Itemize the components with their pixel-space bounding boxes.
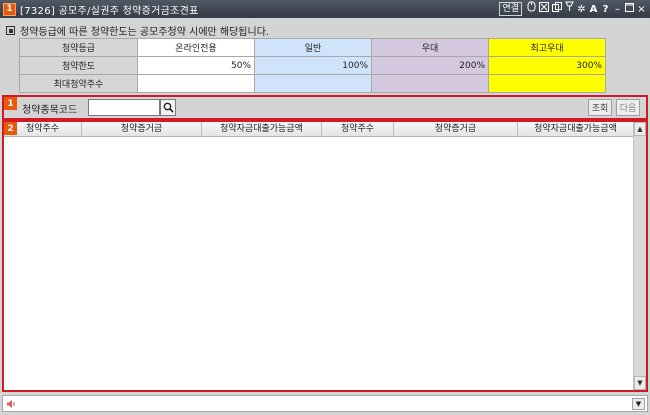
link-button[interactable]: 연결 bbox=[499, 2, 522, 16]
window-title: [7326] 공모주/실권주 청약증거금조견표 bbox=[20, 5, 199, 17]
help-icon[interactable]: ? bbox=[601, 2, 610, 17]
max-shares-row: 최대청약주수 bbox=[19, 74, 606, 93]
search-panel: 1 청약종목코드 조회 다음 bbox=[2, 95, 648, 120]
stock-code-label: 청약종목코드 bbox=[22, 105, 78, 116]
scroll-track[interactable] bbox=[634, 136, 646, 376]
search-panel-badge: 1 bbox=[4, 97, 17, 110]
title-bar: 1 [7326] 공모주/실권주 청약증거금조견표 연결 ✲ A ? – × bbox=[0, 0, 650, 18]
grade-preferred-header: 우대 bbox=[371, 38, 489, 57]
scroll-down-icon[interactable]: ▼ bbox=[634, 376, 646, 390]
maximize-icon[interactable] bbox=[625, 2, 634, 17]
col-header-loan-2[interactable]: 청약자금대출가능금액 bbox=[518, 122, 634, 137]
notice-text: 청약등급에 따른 청약한도는 공모주청약 시에만 해당됩니다. bbox=[20, 27, 270, 38]
window-copy-icon[interactable] bbox=[552, 1, 562, 17]
speaker-icon bbox=[6, 399, 17, 412]
minimize-icon[interactable]: – bbox=[613, 2, 622, 17]
result-panel: 청약주수 청약증거금 청약자금대출가능금액 청약주수 청약증거금 청약자금대출가… bbox=[2, 120, 648, 392]
col-header-shares-2[interactable]: 청약주수 bbox=[322, 122, 394, 137]
limit-row: 청약한도 50% 100% 200% 300% bbox=[19, 56, 606, 75]
search-icon bbox=[163, 102, 174, 113]
vertical-scrollbar[interactable]: ▲ ▼ bbox=[633, 122, 646, 390]
grade-row-label: 청약등급 bbox=[19, 38, 138, 57]
grade-rate-table: 청약등급 온라인전용 일반 우대 최고우대 청약한도 50% 100% 200%… bbox=[19, 38, 606, 93]
scroll-up-icon[interactable]: ▲ bbox=[634, 122, 646, 136]
max-shares-row-label: 최대청약주수 bbox=[19, 74, 138, 93]
close-small-icon[interactable] bbox=[539, 1, 549, 17]
col-header-loan-1[interactable]: 청약자금대출가능금액 bbox=[202, 122, 322, 137]
grade-header-row: 청약등급 온라인전용 일반 우대 최고우대 bbox=[19, 38, 606, 57]
limit-preferred-value: 200% bbox=[371, 56, 489, 75]
notice: 청약등급에 따른 청약한도는 공모주청약 시에만 해당됩니다. bbox=[6, 23, 269, 38]
max-shares-general-value bbox=[254, 74, 372, 93]
grade-general-header: 일반 bbox=[254, 38, 372, 57]
col-header-deposit-1[interactable]: 청약증거금 bbox=[82, 122, 202, 137]
next-button[interactable]: 다음 bbox=[616, 99, 640, 116]
font-size-icon[interactable]: A bbox=[589, 2, 598, 17]
max-shares-online-value bbox=[137, 74, 255, 93]
query-button[interactable]: 조회 bbox=[588, 99, 612, 116]
limit-online-value: 50% bbox=[137, 56, 255, 75]
col-header-deposit-2[interactable]: 청약증거금 bbox=[394, 122, 518, 137]
title-bar-icons: 연결 ✲ A ? – × bbox=[499, 1, 646, 17]
limit-top-value: 300% bbox=[488, 56, 606, 75]
pin-icon[interactable] bbox=[565, 1, 574, 17]
bullet-square-icon bbox=[6, 26, 15, 35]
search-button[interactable] bbox=[160, 99, 176, 116]
max-shares-preferred-value bbox=[371, 74, 489, 93]
close-icon[interactable]: × bbox=[637, 2, 646, 17]
result-grid-header: 청약주수 청약증거금 청약자금대출가능금액 청약주수 청약증거금 청약자금대출가… bbox=[4, 122, 634, 137]
stock-code-input[interactable] bbox=[88, 99, 160, 116]
limit-row-label: 청약한도 bbox=[19, 56, 138, 75]
status-bar: ▼ bbox=[2, 395, 648, 412]
status-dropdown-icon[interactable]: ▼ bbox=[632, 398, 645, 410]
settings-icon[interactable]: ✲ bbox=[577, 2, 586, 17]
grade-online-header: 온라인전용 bbox=[137, 38, 255, 57]
mouse-icon[interactable] bbox=[527, 1, 536, 17]
grade-top-header: 최고우대 bbox=[488, 38, 606, 57]
window-number-badge: 1 bbox=[3, 2, 16, 16]
limit-general-value: 100% bbox=[254, 56, 372, 75]
result-panel-badge: 2 bbox=[4, 122, 17, 135]
max-shares-top-value bbox=[488, 74, 606, 93]
